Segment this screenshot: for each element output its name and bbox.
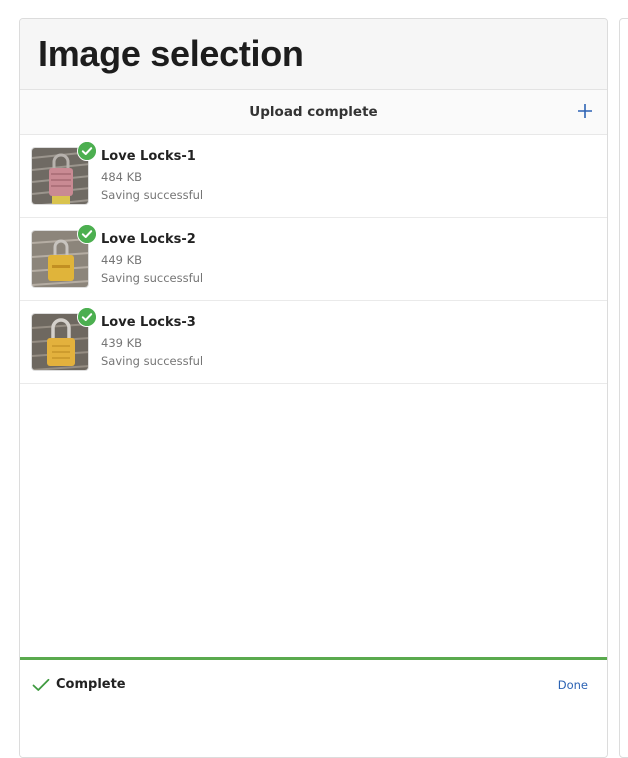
status-label: Complete bbox=[56, 677, 126, 692]
file-list: Love Locks-1 484 KB Saving successful Lo… bbox=[20, 135, 607, 384]
file-status: Saving successful bbox=[101, 271, 204, 285]
file-status: Saving successful bbox=[101, 188, 204, 202]
secondary-panel-edge bbox=[619, 18, 628, 758]
done-button[interactable]: Done bbox=[558, 678, 588, 692]
success-check-icon bbox=[77, 141, 97, 161]
file-item[interactable]: Love Locks-2 449 KB Saving successful bbox=[20, 218, 607, 301]
title-bar: Image selection bbox=[20, 19, 607, 90]
upload-status-title: Upload complete bbox=[249, 104, 378, 120]
file-size: 484 KB bbox=[101, 170, 143, 184]
file-name: Love Locks-1 bbox=[101, 149, 196, 164]
image-selection-panel: Image selection Upload complete Love Loc… bbox=[19, 18, 608, 758]
file-name: Love Locks-3 bbox=[101, 315, 196, 330]
file-item[interactable]: Love Locks-3 439 KB Saving successful bbox=[20, 301, 607, 384]
success-check-icon bbox=[77, 224, 97, 244]
file-status: Saving successful bbox=[101, 354, 204, 368]
upload-bar: Upload complete bbox=[20, 90, 607, 135]
status-bar: Complete Done bbox=[20, 657, 607, 757]
file-size: 449 KB bbox=[101, 253, 143, 267]
plus-icon[interactable] bbox=[577, 103, 593, 119]
check-icon bbox=[32, 678, 50, 691]
success-check-icon bbox=[77, 307, 97, 327]
file-item[interactable]: Love Locks-1 484 KB Saving successful bbox=[20, 135, 607, 218]
file-size: 439 KB bbox=[101, 336, 143, 350]
page-title: Image selection bbox=[38, 33, 304, 74]
file-name: Love Locks-2 bbox=[101, 232, 196, 247]
